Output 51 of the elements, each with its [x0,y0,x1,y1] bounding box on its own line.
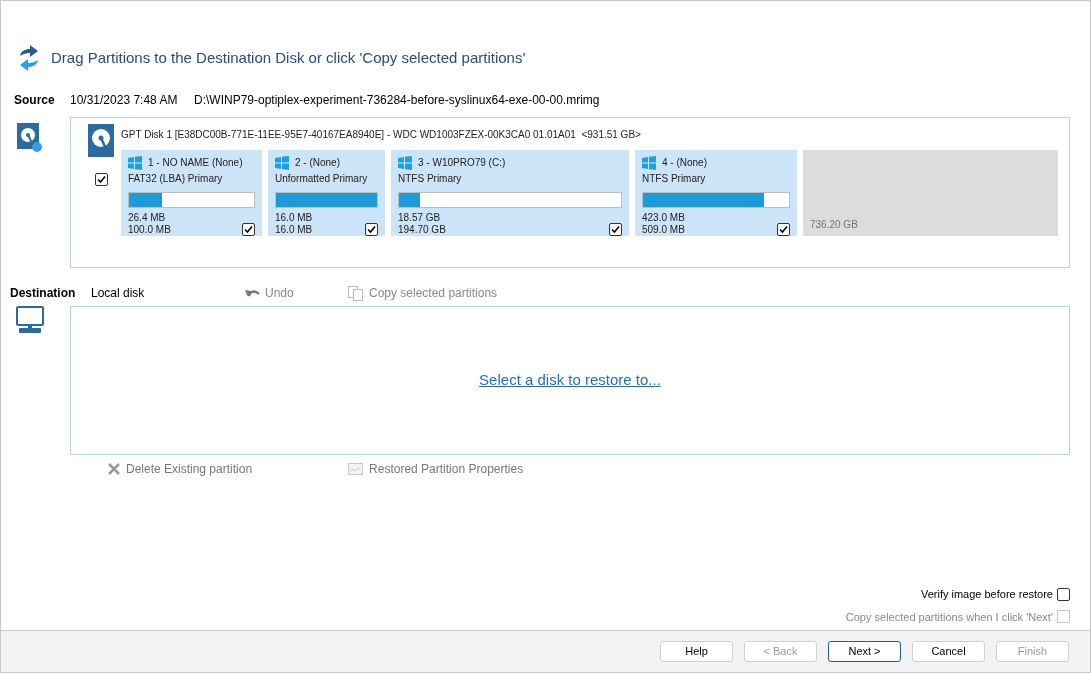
disk-title: GPT Disk 1 [E38DC00B-771E-11EE-95E7-40167EA8940E] - WDC WD1003FZEX-00K3CA0 01.01A01 <931.51 GB> [121,128,642,142]
partition-checkbox[interactable] [777,223,790,236]
partition-type: NTFS Primary [642,172,707,186]
partition-used: 18.57 GB [398,212,442,224]
partition-card[interactable]: 3 - W10PRO79 (C:) NTFS Primary 18.57 GB 194.70 GB [391,150,629,236]
copy-icon [348,285,364,301]
unallocated-space[interactable]: 736.20 GB [803,150,1058,236]
partition-size: 16.0 MB [275,224,313,236]
hard-disk-icon [17,123,43,153]
partition-used: 16.0 MB [275,212,313,224]
wizard-title: Drag Partitions to the Destination Disk or click 'Copy selected partitions' [51,47,526,68]
partition-checkbox[interactable] [609,223,622,236]
close-icon [108,463,120,475]
partition-size: 194.70 GB [398,224,446,236]
windows-logo-icon [398,155,412,170]
source-label: Source [14,92,56,109]
chart-window-icon [348,463,364,475]
partition-used: 423.0 MB [642,212,685,224]
partition-size: 509.0 MB [642,224,685,236]
wizard-button[interactable]: Cancel [912,641,985,662]
partition-size: 736.20 GB [810,218,858,232]
wizard-button[interactable]: Help [660,641,733,662]
image-date: 10/31/2023 7:48 AM [70,92,179,109]
partition-name: 2 - (None) [295,156,340,170]
monitor-icon [16,306,44,334]
partition-checkbox[interactable] [365,223,378,236]
option-label: Verify image before restore [920,587,1053,602]
partition-type: FAT32 (LBA) Primary [128,172,224,186]
windows-logo-icon [642,155,656,170]
partition-size: 100.0 MB [128,224,171,236]
destination-type: Local disk [91,285,146,302]
destination-label: Destination [10,285,77,302]
partition-name: 4 - (None) [662,156,707,170]
partition-name: 3 - W10PRO79 (C:) [418,156,506,170]
partition-type: Unformatted Primary [275,172,369,186]
windows-logo-icon [275,155,289,170]
wizard-button[interactable]: Next > [828,641,901,662]
sync-arrows-icon [17,45,41,71]
image-path: D:\WINP79-optiplex-experiment-736284-before-syslinux64-exe-00-00.mrimg [194,92,600,109]
option-checkbox[interactable] [1057,587,1070,601]
partition-type: NTFS Primary [398,172,463,186]
partition-card[interactable]: 4 - (None) NTFS Primary 423.0 MB 509.0 MB [635,150,797,236]
partition-card[interactable]: 1 - NO NAME (None) FAT32 (LBA) Primary 26.4 MB 100.0 MB [121,150,262,236]
partition-card[interactable]: 2 - (None) Unformatted Primary 16.0 MB 16.0 MB [268,150,385,236]
select-disk-link[interactable]: Select a disk to restore to... [479,369,661,392]
option-label: Copy selected partitions when I click 'Next' [845,609,1053,625]
windows-logo-icon [128,155,142,170]
partition-name: 1 - NO NAME (None) [148,156,243,170]
disk-checkbox[interactable] [94,173,108,186]
partition-checkbox[interactable] [242,223,255,236]
partition-used: 26.4 MB [128,212,167,224]
